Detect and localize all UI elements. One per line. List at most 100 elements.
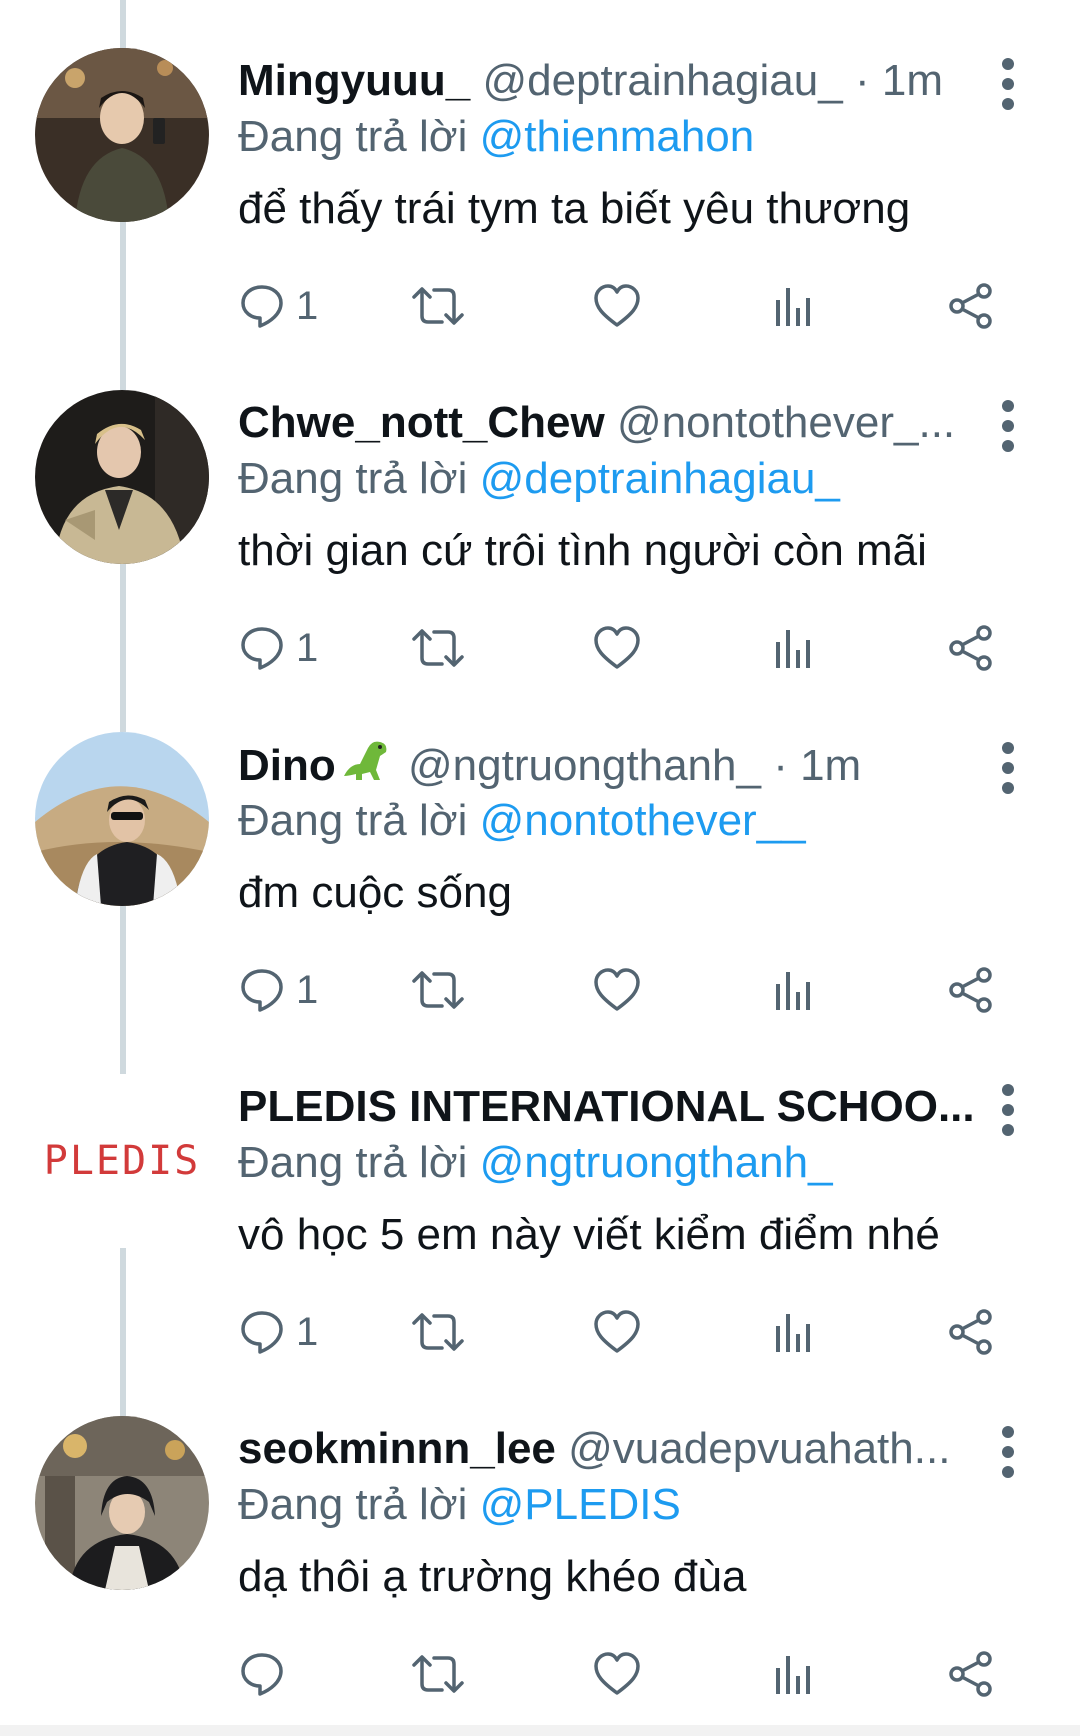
like-button[interactable] [592, 278, 642, 334]
timestamp[interactable]: 1m [882, 56, 943, 105]
reply-icon [241, 1311, 283, 1354]
bottom-edge [0, 1725, 1080, 1736]
views-button[interactable] [772, 1304, 816, 1360]
tweet-text: để thấy trái tym ta biết yêu thương [238, 184, 911, 233]
retweet-button[interactable] [410, 1646, 466, 1702]
avatar[interactable] [35, 390, 209, 564]
more-options-icon[interactable] [996, 742, 1020, 794]
reply-mention-link[interactable]: @thienmahon [480, 112, 755, 161]
avatar-logo[interactable]: PLEDIS [35, 1074, 209, 1248]
user-handle[interactable]: @nontothever_... [617, 398, 955, 447]
like-button[interactable] [592, 1304, 642, 1360]
like-button[interactable] [592, 620, 642, 676]
dinosaur-emoji-icon [343, 741, 387, 780]
display-name[interactable]: Mingyuuu_ [238, 56, 470, 105]
tweet-text: đm cuộc sống [238, 868, 512, 917]
reply-button[interactable]: 1 [238, 962, 318, 1018]
share-icon [949, 1309, 992, 1355]
tweet-text: dạ thôi ạ trường khéo đùa [238, 1552, 747, 1601]
heart-icon [594, 626, 640, 669]
reply-button[interactable]: 1 [238, 620, 318, 676]
heart-icon [594, 968, 640, 1011]
reply-icon [241, 285, 283, 328]
retweet-button[interactable] [410, 1304, 466, 1360]
share-button[interactable] [946, 278, 996, 334]
retweet-button[interactable] [410, 962, 466, 1018]
reply-count: 1 [296, 283, 319, 328]
retweet-button[interactable] [410, 620, 466, 676]
action-bar: 1 [238, 620, 1018, 676]
reply-mention-link[interactable]: @nontothever__ [480, 796, 806, 845]
reply-button[interactable]: 1 [238, 278, 318, 334]
reply-icon [241, 627, 283, 670]
reply-mention-link[interactable]: @ngtruongthanh_ [480, 1138, 833, 1187]
tweet[interactable]: Dino @ngtruongthanh_ · 1m Đang trả lời @… [0, 684, 1080, 1026]
action-bar [238, 1646, 1018, 1702]
tweet[interactable]: seokminnn_lee @vuadepvuahath... Đang trả… [0, 1368, 1080, 1710]
replying-to-label: Đang trả lời [238, 1138, 468, 1187]
share-icon [949, 1651, 992, 1697]
heart-icon [594, 1652, 640, 1695]
more-options-icon[interactable] [996, 400, 1020, 452]
replying-to-label: Đang trả lời [238, 454, 468, 503]
more-options-icon[interactable] [996, 1426, 1020, 1478]
tweet-header: seokminnn_lee @vuadepvuahath... [238, 1420, 978, 1478]
reply-icon [241, 969, 283, 1012]
replying-to: Đang trả lời @ngtruongthanh_ [238, 1134, 833, 1192]
replying-to: Đang trả lời @PLEDIS [238, 1476, 681, 1534]
retweet-button[interactable] [410, 278, 466, 334]
display-name[interactable]: seokminnn_lee [238, 1424, 556, 1473]
user-handle[interactable]: @vuadepvuahath... [568, 1424, 950, 1473]
analytics-icon [776, 630, 810, 668]
views-button[interactable] [772, 1646, 816, 1702]
replying-to: Đang trả lời @thienmahon [238, 108, 754, 166]
tweet[interactable]: PLEDIS PLEDIS INTERNATIONAL SCHOO... Đan… [0, 1026, 1080, 1368]
tweet-header: Mingyuuu_ @deptrainhagiau_ · 1m [238, 52, 978, 110]
views-button[interactable] [772, 278, 816, 334]
reply-mention-link[interactable]: @deptrainhagiau_ [480, 454, 840, 503]
retweet-icon [412, 1655, 464, 1693]
tweet[interactable]: Mingyuuu_ @deptrainhagiau_ · 1m Đang trả… [0, 0, 1080, 342]
share-button[interactable] [946, 962, 996, 1018]
display-name[interactable]: Chwe_nott_Chew [238, 398, 605, 447]
display-name[interactable]: PLEDIS INTERNATIONAL SCHOO... [238, 1082, 975, 1131]
retweet-icon [412, 287, 464, 325]
tweet-header: Dino @ngtruongthanh_ · 1m [238, 736, 978, 794]
user-handle[interactable]: @ngtruongthanh_ [408, 741, 761, 790]
action-bar: 1 [238, 278, 1018, 334]
action-bar: 1 [238, 962, 1018, 1018]
replying-to-label: Đang trả lời [238, 1480, 468, 1529]
like-button[interactable] [592, 1646, 642, 1702]
avatar[interactable] [35, 48, 209, 222]
share-icon [949, 283, 992, 329]
avatar[interactable] [35, 1416, 209, 1590]
reply-icon [241, 1653, 283, 1696]
avatar[interactable] [35, 732, 209, 906]
views-button[interactable] [772, 962, 816, 1018]
share-button[interactable] [946, 1646, 996, 1702]
heart-icon [594, 284, 640, 327]
reply-count: 1 [296, 967, 319, 1012]
reply-count: 1 [296, 625, 319, 670]
tweet[interactable]: Chwe_nott_Chew @nontothever_... Đang trả… [0, 342, 1080, 684]
tweet-header: PLEDIS INTERNATIONAL SCHOO... [238, 1078, 978, 1136]
share-button[interactable] [946, 620, 996, 676]
replying-to-label: Đang trả lời [238, 796, 468, 845]
reply-button[interactable] [238, 1646, 296, 1702]
more-options-icon[interactable] [996, 58, 1020, 110]
analytics-icon [776, 1656, 810, 1694]
replying-to: Đang trả lời @deptrainhagiau_ [238, 450, 840, 508]
share-button[interactable] [946, 1304, 996, 1360]
tweet-header: Chwe_nott_Chew @nontothever_... [238, 394, 978, 452]
retweet-icon [412, 1313, 464, 1351]
more-options-icon[interactable] [996, 1084, 1020, 1136]
views-button[interactable] [772, 620, 816, 676]
reply-button[interactable]: 1 [238, 1304, 318, 1360]
like-button[interactable] [592, 962, 642, 1018]
action-bar: 1 [238, 1304, 1018, 1360]
timestamp[interactable]: 1m [800, 741, 861, 790]
display-name[interactable]: Dino [238, 741, 336, 790]
share-icon [949, 625, 992, 671]
reply-mention-link[interactable]: @PLEDIS [480, 1480, 681, 1529]
user-handle[interactable]: @deptrainhagiau_ [482, 56, 842, 105]
